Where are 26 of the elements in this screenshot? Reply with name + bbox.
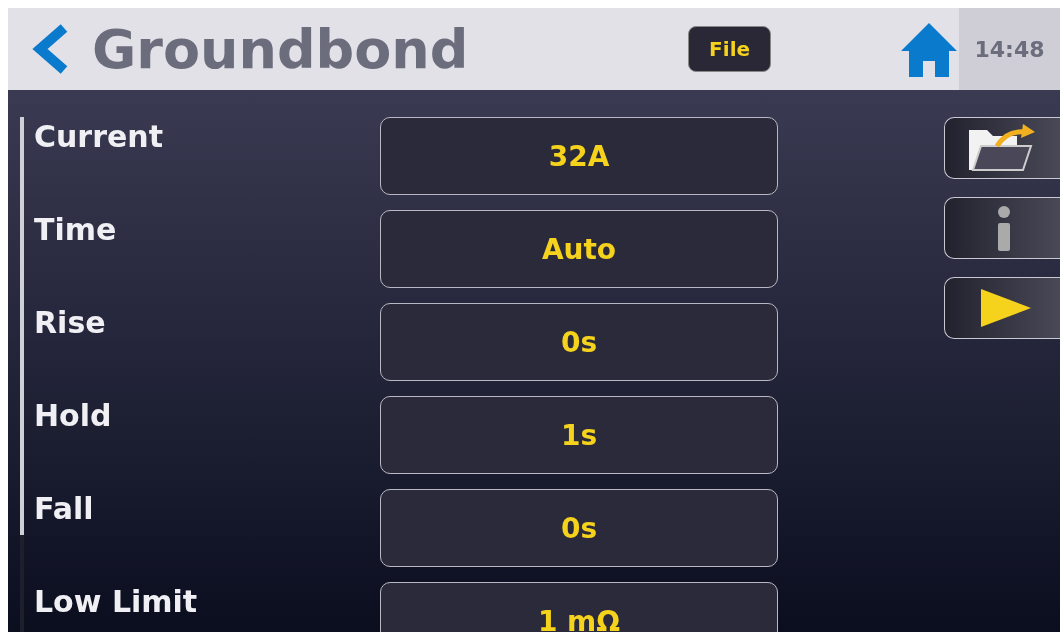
parameter-label: Rise	[34, 304, 107, 342]
file-button[interactable]: File	[688, 26, 772, 72]
page-title: Groundbond	[92, 17, 470, 81]
back-button[interactable]	[30, 24, 70, 74]
folder-arrow-icon	[967, 122, 1037, 174]
run-button[interactable]	[944, 277, 1060, 339]
chevron-left-icon	[30, 24, 70, 74]
clock-time: 14:48	[974, 36, 1045, 62]
parameter-value-button[interactable]: 1 mΩ	[380, 582, 778, 632]
home-icon	[899, 21, 960, 77]
parameter-label: Current	[34, 118, 164, 156]
parameter-value-button[interactable]: 0s	[380, 489, 778, 567]
play-icon	[981, 289, 1031, 327]
open-file-button[interactable]	[944, 117, 1060, 179]
info-icon	[997, 205, 1011, 251]
parameter-label: Low Limit	[34, 583, 199, 621]
parameter-label: Time	[34, 211, 118, 249]
parameter-value-button[interactable]: 0s	[380, 303, 778, 381]
parameter-label: Fall	[34, 490, 95, 528]
scrollbar-thumb[interactable]	[20, 117, 24, 535]
parameter-value-button[interactable]: 32A	[380, 117, 778, 195]
parameter-value-button[interactable]: Auto	[380, 210, 778, 288]
home-button[interactable]	[899, 21, 960, 77]
info-button[interactable]	[944, 197, 1060, 259]
parameter-label: Hold	[34, 397, 113, 435]
parameter-value-button[interactable]: 1s	[380, 396, 778, 474]
